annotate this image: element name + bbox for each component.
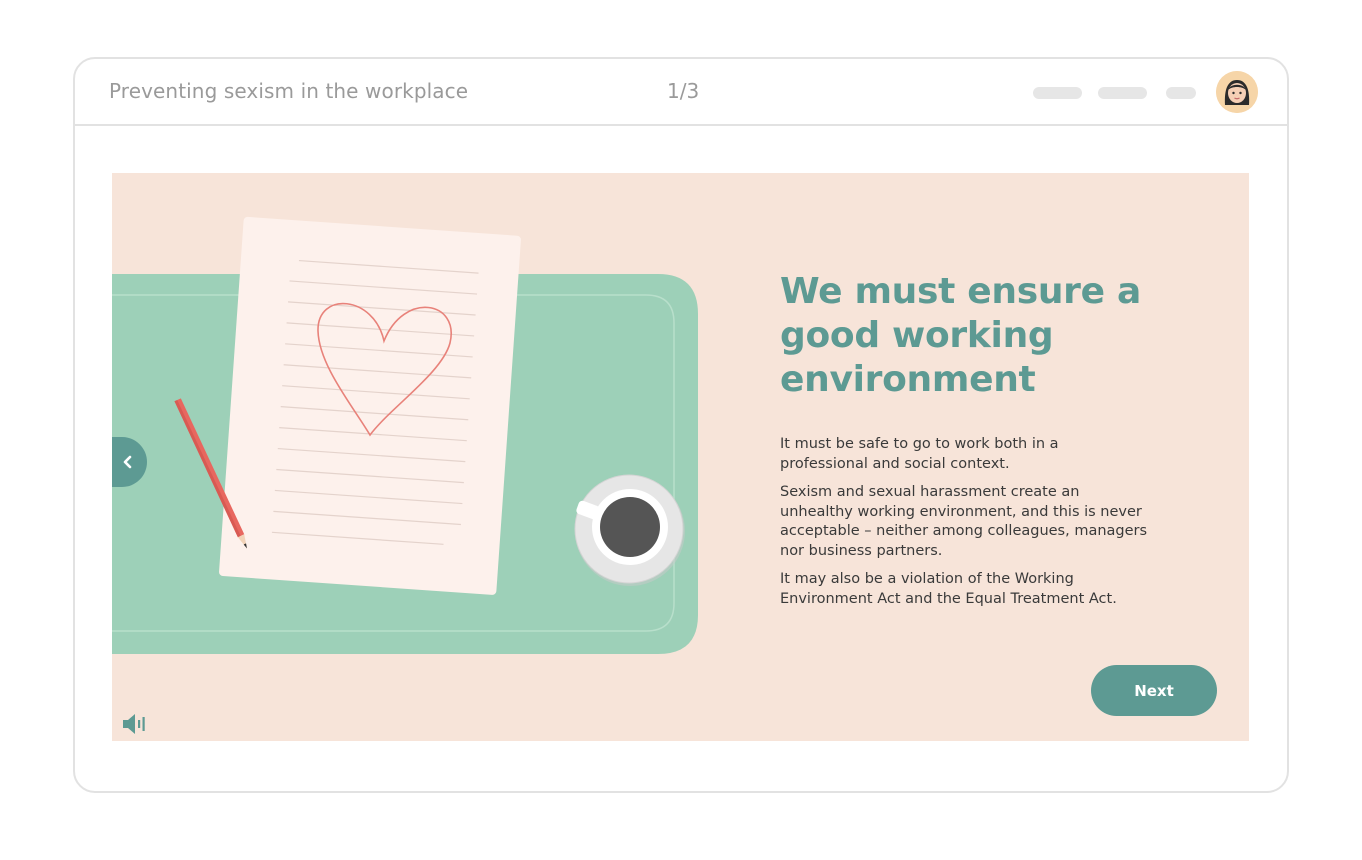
paper-sheet <box>219 216 521 595</box>
user-avatar[interactable] <box>1216 71 1258 113</box>
coffee-cup <box>574 474 685 586</box>
slide: We must ensure a good working environmen… <box>112 173 1249 741</box>
progress-pill-1 <box>1033 87 1082 99</box>
chevron-left-icon <box>123 455 132 469</box>
page-indicator: 1/3 <box>667 79 700 103</box>
body-paragraph-2: Sexism and sexual harassment create an u… <box>780 484 1148 559</box>
progress-pill-2 <box>1098 87 1147 99</box>
body-paragraph-3: It may also be a violation of the Workin… <box>780 571 1117 607</box>
speaker-icon <box>123 714 145 734</box>
user-avatar-icon <box>1216 71 1258 113</box>
slide-body: It must be safe to go to work both in a … <box>780 435 1150 618</box>
next-button[interactable]: Next <box>1091 665 1217 716</box>
top-bar: Preventing sexism in the workplace 1/3 <box>75 59 1287 126</box>
audio-button[interactable] <box>122 711 148 737</box>
slide-heading: We must ensure a good working environmen… <box>780 271 1141 400</box>
course-window: Preventing sexism in the workplace 1/3 W… <box>73 57 1289 793</box>
desk-illustration <box>112 216 698 654</box>
course-title: Preventing sexism in the workplace <box>109 79 469 103</box>
body-paragraph-1: It must be safe to go to work both in a … <box>780 436 1059 472</box>
progress-pill-3 <box>1166 87 1196 99</box>
